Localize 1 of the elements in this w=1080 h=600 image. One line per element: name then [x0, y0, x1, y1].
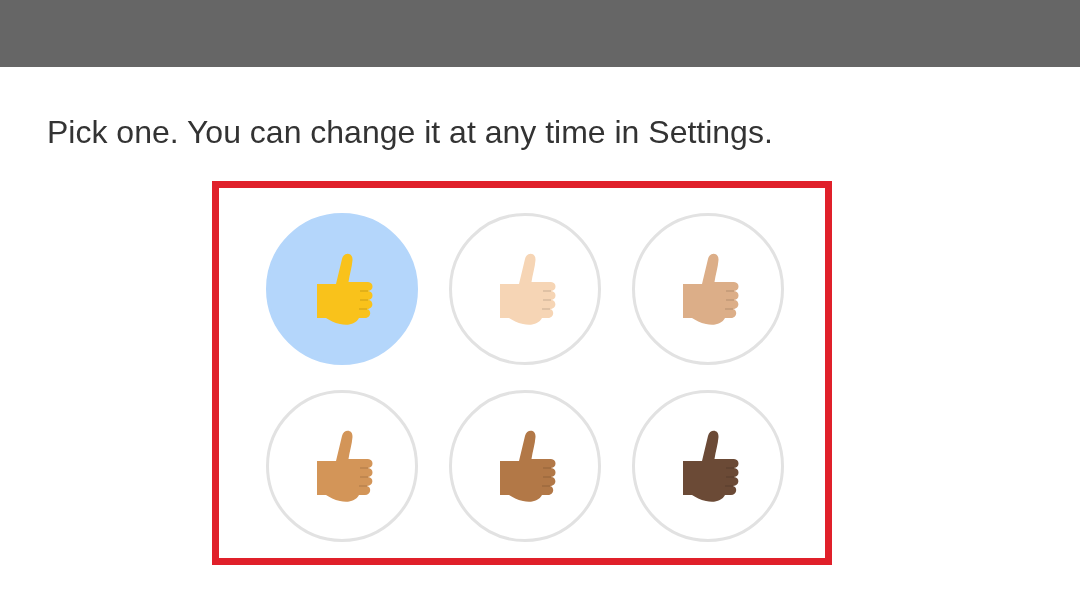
prompt-text: Pick one. You can change it at any time in Settings.: [47, 113, 774, 151]
